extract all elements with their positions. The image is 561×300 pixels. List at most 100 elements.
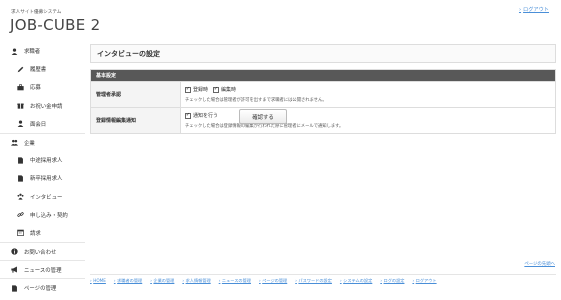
sidebar-item-newgrad-jobs[interactable]: 新卒採用求人 (0, 169, 85, 187)
checkbox-label: 登録時 (193, 87, 209, 93)
person-icon (16, 119, 25, 128)
setting-value: ✓ 通知を行う チェックした場合は登録情報の編集が行われた際に管理者にメールで通知… (181, 108, 555, 133)
main-content: インタビューの設定 基本設定 管理者承認 ✓ 登録時 ✓ 編集時 チェックした場合は… (90, 44, 556, 134)
chevron-right-icon: › (412, 278, 415, 283)
sidebar-item-midcareer-jobs[interactable]: 中途採用求人 (0, 151, 85, 169)
sidebar-item-inquiries[interactable]: お問い合わせ (0, 242, 85, 260)
footer-link-label: ページの管理 (262, 278, 288, 283)
chevron-right-icon: › (150, 278, 152, 283)
pencil-icon (16, 65, 25, 74)
footer-link-jobseekers[interactable]: › 求職者の管理 (114, 278, 142, 284)
confirm-button[interactable]: 確認する (239, 109, 287, 124)
footer-link-label: 求人情報管理 (185, 278, 211, 283)
help-text: チェックした場合は管理者が許可を出すまで求職者には公開されません。 (185, 98, 327, 103)
sidebar-item-label: 請求 (30, 230, 41, 237)
chevron-right-icon: › (182, 278, 185, 283)
app-title: JOB-CUBE 2 (10, 16, 101, 34)
sidebar-item-contracts[interactable]: 申し込み・契約 (0, 206, 85, 224)
sidebar-item-label: 応募 (30, 85, 41, 92)
sidebar-item-jobseekers[interactable]: 求職者 (0, 42, 85, 60)
gift-icon (16, 101, 25, 110)
settings-section: 基本設定 管理者承認 ✓ 登録時 ✓ 編集時 チェックした場合は管理者が許可を出すま… (90, 69, 556, 134)
sidebar-item-label: ニュースの管理 (24, 267, 62, 274)
footer-link-label: 求職者の管理 (117, 278, 143, 283)
sidebar-item-label: 履歴書 (30, 67, 47, 74)
sidebar-item-label: 新卒採用求人 (30, 176, 63, 183)
checkbox-checked-icon[interactable]: ✓ (185, 86, 191, 93)
chevron-right-icon: › (339, 278, 342, 283)
chevron-right-icon: › (90, 278, 92, 283)
sidebar-item-label: 申し込み・契約 (30, 212, 68, 219)
checkbox-on-edit[interactable]: ✓ 編集時 (213, 86, 236, 93)
sidebar-item-bonus[interactable]: お祝い金申請 (0, 97, 85, 115)
checkbox-checked-icon[interactable]: ✓ (213, 86, 220, 93)
footer-link-pages[interactable]: › ページの管理 (259, 278, 287, 284)
setting-row-admin-approval: 管理者承認 ✓ 登録時 ✓ 編集時 チェックした場合は管理者が許可を出すまで求職者に… (91, 81, 555, 107)
footer-link-label: ログの設定 (383, 278, 405, 283)
checkbox-label: 通知を行う (193, 113, 219, 119)
footer-link-jobs[interactable]: › 求人情報管理 (182, 278, 210, 284)
setting-label: 登録情報編集通知 (91, 108, 181, 133)
sidebar-item-applications[interactable]: 応募 (0, 78, 85, 96)
logout-label: ログアウト (523, 7, 549, 13)
checkbox-checked-icon[interactable]: ✓ (185, 112, 191, 119)
footer-link-home[interactable]: › HOME (90, 278, 106, 284)
person-icon (10, 47, 19, 56)
sidebar-item-label: ページの管理 (24, 286, 57, 293)
info-icon (10, 247, 19, 256)
footer-link-label: パスワードの設定 (298, 278, 332, 283)
calendar-icon (16, 228, 25, 237)
megaphone-icon (10, 265, 19, 274)
header: 求人サイト優募システム JOB-CUBE 2 › ログアウト (0, 0, 561, 40)
sidebar-item-companies[interactable]: 企業 (0, 132, 85, 151)
footer-link-log[interactable]: › ログの設定 (380, 278, 404, 284)
footer-link-label: HOME (93, 278, 106, 283)
setting-row-edit-notification: 登録情報編集通知 ✓ 通知を行う チェックした場合は登録情報の編集が行われた際に管… (91, 107, 555, 133)
setting-value: ✓ 登録時 ✓ 編集時 チェックした場合は管理者が許可を出すまで求職者には公開されま… (181, 82, 555, 107)
chevron-right-icon: › (259, 278, 261, 283)
chevron-right-icon: › (518, 7, 522, 13)
briefcase-icon (16, 83, 25, 92)
sidebar-item-label: 中途採用求人 (30, 158, 63, 165)
chevron-right-icon: › (113, 278, 116, 283)
sidebar-item-label: 面会日 (30, 121, 47, 128)
sidebar: 求職者 履歴書 応募 お祝い金申請 面会日 企業 中途採用求人 新卒採用求人 イ… (0, 42, 85, 297)
sidebar-item-label: インタビュー (30, 194, 63, 201)
chevron-right-icon: › (295, 278, 297, 283)
chevron-right-icon: › (380, 278, 382, 283)
link-icon (16, 210, 25, 219)
footer-link-news[interactable]: › ニュースの管理 (219, 278, 251, 284)
sidebar-item-pages[interactable]: ページの管理 (0, 278, 85, 296)
footer-link-label: 企業の管理 (153, 278, 175, 283)
section-title: 基本設定 (91, 70, 555, 81)
footer-link-label: システムの設定 (343, 278, 373, 283)
footer-nav: › HOME › 求職者の管理 › 企業の管理 › 求人情報管理 › ニュースの管理 › ペ… (90, 274, 556, 284)
sidebar-item-label: 企業 (24, 140, 35, 147)
sidebar-item-interview-date[interactable]: 面会日 (0, 115, 85, 133)
checkbox-label: 編集時 (221, 87, 237, 93)
sidebar-item-label: お祝い金申請 (30, 103, 63, 110)
sidebar-item-resume[interactable]: 履歴書 (0, 60, 85, 78)
document-icon (16, 156, 25, 165)
chevron-right-icon: › (218, 278, 221, 283)
footer-link-companies[interactable]: › 企業の管理 (150, 278, 174, 284)
footer-link-password[interactable]: › パスワードの設定 (295, 278, 332, 284)
people-icon (10, 138, 19, 147)
footer-link-label: ニュースの管理 (221, 278, 251, 283)
sidebar-item-news[interactable]: ニュースの管理 (0, 260, 85, 278)
users-icon (16, 192, 25, 201)
footer-link-label: ログアウト (415, 278, 437, 283)
document-icon (16, 174, 25, 183)
logout-link[interactable]: › ログアウト (519, 6, 549, 13)
checkbox-notify[interactable]: ✓ 通知を行う (185, 112, 218, 119)
footer-link-logout[interactable]: › ログアウト (412, 278, 436, 284)
setting-label: 管理者承認 (91, 82, 181, 107)
page-icon (10, 284, 19, 293)
checkbox-on-register[interactable]: ✓ 登録時 (185, 86, 208, 93)
checkbox-group: ✓ 登録時 ✓ 編集時 (185, 86, 551, 93)
sidebar-item-billing[interactable]: 請求 (0, 224, 85, 242)
sidebar-item-interview[interactable]: インタビュー (0, 188, 85, 206)
footer-link-system[interactable]: › システムの設定 (340, 278, 372, 284)
page-title: インタビューの設定 (90, 44, 556, 63)
page-top-link[interactable]: ページの先頭へ (524, 261, 555, 267)
